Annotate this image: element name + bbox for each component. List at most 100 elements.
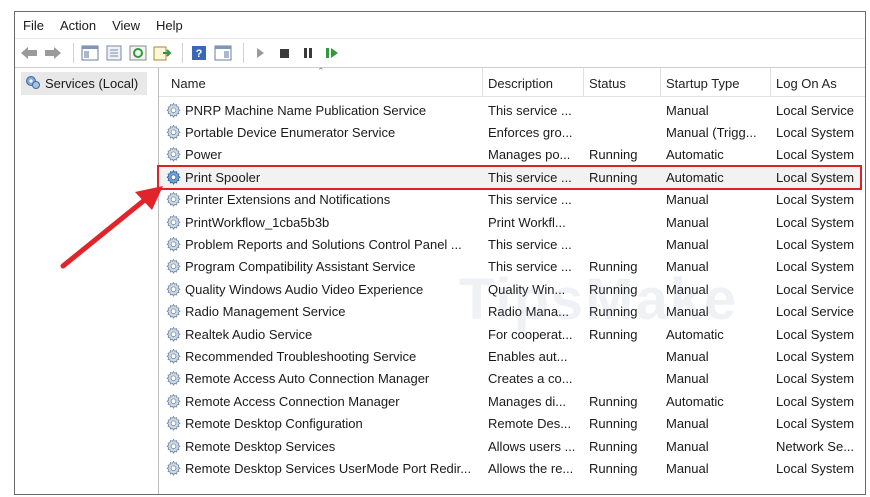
properties-icon[interactable] — [104, 43, 124, 63]
service-status: Running — [589, 169, 638, 185]
table-row[interactable]: Remote Desktop Configuration Remote Des..… — [159, 413, 865, 435]
service-log-on-as: Network Se... — [776, 438, 855, 454]
menu-view[interactable]: View — [112, 18, 140, 33]
services-icon — [25, 74, 41, 93]
service-name: Printer Extensions and Notifications — [185, 192, 391, 208]
service-description: This service ... — [488, 169, 572, 185]
show-action-pane-icon[interactable] — [213, 43, 233, 63]
service-gear-icon — [165, 303, 182, 320]
export-list-icon[interactable] — [152, 43, 172, 63]
table-row[interactable]: Portable Device Enumerator Service Enforc… — [159, 121, 865, 143]
table-row[interactable]: Problem Reports and Solutions Control Pa… — [159, 233, 865, 255]
restart-service-icon[interactable] — [322, 43, 342, 63]
service-gear-icon — [165, 281, 182, 298]
service-log-on-as: Local System — [776, 371, 855, 387]
service-name: PrintWorkflow_1cba5b3b — [185, 214, 330, 230]
list-header: ⌃ Name Description Status Startup Type L… — [159, 66, 865, 97]
table-row[interactable]: Remote Access Auto Connection Manager Cre… — [159, 368, 865, 390]
service-log-on-as: Local System — [776, 393, 855, 409]
column-divider[interactable] — [482, 68, 483, 96]
service-startup-type: Manual — [666, 214, 709, 230]
table-row[interactable]: Remote Access Connection Manager Manages … — [159, 390, 865, 412]
service-gear-icon — [165, 438, 182, 455]
service-description: Enables aut... — [488, 348, 568, 364]
table-row[interactable]: Print Spooler This service ... Running Auto… — [157, 165, 865, 191]
refresh-icon[interactable] — [128, 43, 148, 63]
service-description: This service ... — [488, 102, 572, 118]
service-name: Portable Device Enumerator Service — [185, 124, 396, 140]
service-description: Manages di... — [488, 393, 567, 409]
table-row[interactable]: Power Manages po... Running Automatic Local … — [159, 144, 865, 166]
table-row[interactable]: Printer Extensions and Notifications This… — [159, 189, 865, 211]
service-name: Radio Management Service — [185, 304, 346, 320]
service-name: Realtek Audio Service — [185, 326, 313, 342]
help-icon[interactable]: ? — [189, 43, 209, 63]
column-header-name[interactable]: Name — [171, 76, 206, 91]
services-list-pane: ⌃ Name Description Status Startup Type L… — [157, 66, 865, 494]
service-name: Quality Windows Audio Video Experience — [185, 281, 424, 297]
service-log-on-as: Local System — [776, 236, 855, 252]
service-log-on-as: Local Service — [776, 281, 855, 297]
forward-arrow-icon[interactable] — [43, 43, 63, 63]
column-header-startup-type[interactable]: Startup Type — [666, 76, 739, 91]
svg-text:?: ? — [196, 48, 203, 60]
service-log-on-as: Local System — [776, 214, 855, 230]
service-name-cell: Remote Access Auto Connection Manager — [165, 370, 477, 387]
service-name-cell: Problem Reports and Solutions Control Pa… — [165, 236, 477, 253]
stop-service-icon[interactable] — [274, 43, 294, 63]
service-name-cell: PrintWorkflow_1cba5b3b — [165, 214, 477, 231]
table-row[interactable]: PrintWorkflow_1cba5b3b Print Workfl... Man… — [159, 211, 865, 233]
service-gear-icon — [165, 146, 182, 163]
service-gear-icon — [165, 124, 182, 141]
service-name-cell: PNRP Machine Name Publication Service — [165, 102, 477, 119]
service-status: Running — [589, 147, 638, 163]
column-header-description[interactable]: Description — [488, 76, 553, 91]
service-startup-type: Manual — [666, 438, 709, 454]
service-status: Running — [589, 460, 638, 476]
service-log-on-as: Local System — [776, 192, 855, 208]
table-row[interactable]: Recommended Troubleshooting Service Enabl… — [159, 345, 865, 367]
main-area: Services (Local) ⌃ Name Description Stat… — [15, 66, 865, 494]
service-gear-icon — [165, 326, 182, 343]
start-service-icon[interactable] — [250, 43, 270, 63]
service-name-cell: Program Compatibility Assistant Service — [165, 258, 477, 275]
service-name: Program Compatibility Assistant Service — [185, 259, 416, 275]
table-row[interactable]: Remote Desktop Services UserMode Port Re… — [159, 457, 865, 479]
service-gear-icon — [165, 348, 182, 365]
service-log-on-as: Local System — [776, 326, 855, 342]
service-description: This service ... — [488, 192, 572, 208]
menu-file[interactable]: File — [23, 18, 44, 33]
service-status: Running — [589, 393, 638, 409]
back-arrow-icon[interactable] — [19, 43, 39, 63]
toolbar-separator — [182, 43, 183, 63]
column-divider[interactable] — [770, 68, 771, 96]
service-log-on-as: Local System — [776, 124, 855, 140]
service-startup-type: Automatic — [666, 147, 724, 163]
service-name: PNRP Machine Name Publication Service — [185, 102, 427, 118]
service-startup-type: Automatic — [666, 169, 724, 185]
menu-action[interactable]: Action — [60, 18, 96, 33]
table-row[interactable]: Remote Desktop Services Allows users ... R… — [159, 435, 865, 457]
pause-service-icon[interactable] — [298, 43, 318, 63]
service-gear-icon — [165, 370, 182, 387]
menu-bar: File Action View Help — [15, 12, 865, 38]
service-description: Allows the re... — [488, 460, 574, 476]
column-header-log-on-as[interactable]: Log On As — [776, 76, 837, 91]
tree-item-services-local[interactable]: Services (Local) — [21, 72, 147, 95]
column-header-status[interactable]: Status — [589, 76, 626, 91]
menu-help[interactable]: Help — [156, 18, 183, 33]
column-divider[interactable] — [660, 68, 661, 96]
toolbar-separator — [243, 43, 244, 63]
service-name-cell: Printer Extensions and Notifications — [165, 191, 477, 208]
service-name-cell: Remote Access Connection Manager — [165, 393, 477, 410]
service-name-cell: Remote Desktop Services — [165, 438, 477, 455]
service-log-on-as: Local Service — [776, 304, 855, 320]
watermark: TipsMake — [459, 267, 739, 332]
service-name-cell: Remote Desktop Services UserMode Port Re… — [165, 460, 477, 477]
show-hide-console-tree-icon[interactable] — [80, 43, 100, 63]
table-row[interactable]: PNRP Machine Name Publication Service Thi… — [159, 99, 865, 121]
service-status: Running — [589, 416, 638, 432]
console-tree: Services (Local) — [15, 68, 159, 494]
service-startup-type: Manual — [666, 371, 709, 387]
column-divider[interactable] — [583, 68, 584, 96]
